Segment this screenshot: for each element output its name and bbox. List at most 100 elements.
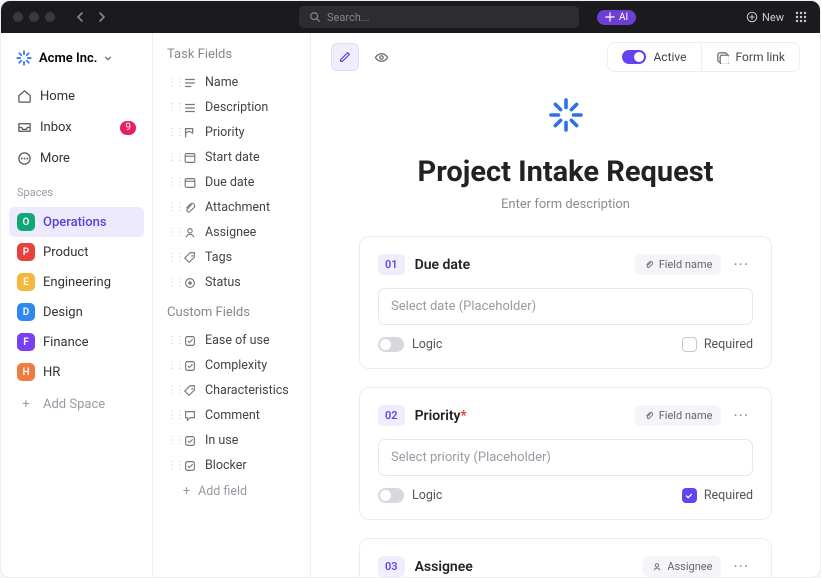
field-name-pill[interactable]: Field name xyxy=(635,405,722,426)
space-item-finance[interactable]: FFinance xyxy=(9,327,144,357)
close-dot[interactable] xyxy=(13,12,23,22)
field-item-in-use[interactable]: ⋮⋮ In use xyxy=(153,428,310,453)
forward-button[interactable] xyxy=(93,8,111,26)
drag-handle-icon: ⋮⋮ xyxy=(167,435,175,446)
task-fields-header: Task Fields xyxy=(153,47,310,70)
field-placeholder-input[interactable]: Select priority (Placeholder) xyxy=(378,439,753,476)
search-input[interactable]: Search... xyxy=(299,6,579,28)
inbox-badge: 9 xyxy=(120,121,136,135)
field-type-icon xyxy=(183,409,197,423)
field-item-description[interactable]: ⋮⋮Description xyxy=(153,95,310,120)
max-dot[interactable] xyxy=(45,12,55,22)
preview-button[interactable] xyxy=(367,43,395,71)
field-label: Assignee xyxy=(205,225,256,240)
field-item-blocker[interactable]: ⋮⋮Blocker xyxy=(153,453,310,478)
plus-icon: + xyxy=(17,397,35,412)
field-title[interactable]: Priority* xyxy=(415,408,467,424)
drag-handle-icon: ⋮⋮ xyxy=(167,335,175,346)
back-button[interactable] xyxy=(71,8,89,26)
drag-handle-icon: ⋮⋮ xyxy=(167,202,175,213)
field-label: Comment xyxy=(205,408,260,423)
nav-more[interactable]: More xyxy=(9,145,144,172)
field-item-comment[interactable]: ⋮⋮ Comment xyxy=(153,403,310,428)
add-space-label: Add Space xyxy=(43,397,105,412)
home-icon xyxy=(17,89,32,104)
workspace-selector[interactable]: Acme Inc. xyxy=(9,45,144,71)
field-order-badge: 02 xyxy=(378,405,405,426)
logic-toggle[interactable] xyxy=(378,337,404,352)
attach-icon xyxy=(644,260,654,270)
field-placeholder-input[interactable]: Select date (Placeholder) xyxy=(378,288,753,325)
logic-toggle[interactable] xyxy=(378,488,404,503)
field-more-button[interactable]: ··· xyxy=(729,555,753,577)
eye-icon xyxy=(374,50,389,65)
space-item-operations[interactable]: OOperations xyxy=(9,207,144,237)
min-dot[interactable] xyxy=(29,12,39,22)
add-space-button[interactable]: + Add Space xyxy=(9,391,144,418)
field-type-icon xyxy=(183,434,197,448)
topbar: Search... AI New xyxy=(1,1,820,33)
drag-handle-icon: ⋮⋮ xyxy=(167,177,175,188)
field-name-pill[interactable]: Field name xyxy=(635,254,722,275)
field-item-attachment[interactable]: ⋮⋮ Attachment xyxy=(153,195,310,220)
field-more-button[interactable]: ··· xyxy=(729,404,753,427)
field-item-ease-of-use[interactable]: ⋮⋮ Ease of use xyxy=(153,328,310,353)
form-controls: Active Form link xyxy=(607,42,800,72)
add-field-label: Add field xyxy=(198,484,247,499)
add-field-button[interactable]: + Add field xyxy=(153,478,310,505)
drag-handle-icon: ⋮⋮ xyxy=(167,460,175,471)
drag-handle-icon: ⋮⋮ xyxy=(167,277,175,288)
active-label: Active xyxy=(653,50,686,64)
more-icon xyxy=(17,151,32,166)
field-label: In use xyxy=(205,433,238,448)
spaces-header: Spaces xyxy=(9,176,144,203)
form-title[interactable]: Project Intake Request xyxy=(359,155,772,189)
ai-button[interactable]: AI xyxy=(597,10,636,25)
nav-home[interactable]: Home xyxy=(9,83,144,110)
required-checkbox[interactable] xyxy=(682,337,697,352)
field-item-characteristics[interactable]: ⋮⋮ Characteristics xyxy=(153,378,310,403)
space-item-product[interactable]: PProduct xyxy=(9,237,144,267)
field-more-button[interactable]: ··· xyxy=(729,253,753,276)
pill-label: Assignee xyxy=(667,560,712,573)
attach-icon xyxy=(644,411,654,421)
field-item-name[interactable]: ⋮⋮Name xyxy=(153,70,310,95)
active-toggle[interactable]: Active xyxy=(608,43,701,71)
edit-mode-button[interactable] xyxy=(331,43,359,71)
space-avatar: H xyxy=(17,363,35,381)
required-checkbox[interactable] xyxy=(682,488,697,503)
field-label: Ease of use xyxy=(205,333,270,348)
apps-grid-button[interactable] xyxy=(794,10,808,24)
form-link-button[interactable]: Form link xyxy=(702,43,799,71)
field-label: Characteristics xyxy=(205,383,289,398)
space-avatar: O xyxy=(17,213,35,231)
space-item-engineering[interactable]: EEngineering xyxy=(9,267,144,297)
field-label: Attachment xyxy=(205,200,270,215)
field-item-start-date[interactable]: ⋮⋮Start date xyxy=(153,145,310,170)
field-item-status[interactable]: ⋮⋮Status xyxy=(153,270,310,295)
field-item-complexity[interactable]: ⋮⋮Complexity xyxy=(153,353,310,378)
field-type-icon xyxy=(183,226,197,240)
field-item-priority[interactable]: ⋮⋮Priority xyxy=(153,120,310,145)
field-type-icon xyxy=(183,459,197,473)
drag-handle-icon: ⋮⋮ xyxy=(167,385,175,396)
form-link-label: Form link xyxy=(736,50,785,64)
field-title[interactable]: Assignee xyxy=(415,559,473,575)
field-item-due-date[interactable]: ⋮⋮Due date xyxy=(153,170,310,195)
field-item-tags[interactable]: ⋮⋮Tags xyxy=(153,245,310,270)
user-icon xyxy=(652,562,662,572)
field-title[interactable]: Due date xyxy=(415,257,471,273)
space-item-hr[interactable]: HHR xyxy=(9,357,144,387)
field-order-badge: 01 xyxy=(378,254,405,275)
field-item-assignee[interactable]: ⋮⋮Assignee xyxy=(153,220,310,245)
nav-inbox[interactable]: Inbox 9 xyxy=(9,114,144,141)
new-button[interactable]: New xyxy=(746,11,784,24)
ai-label: AI xyxy=(619,12,628,23)
field-type-icon xyxy=(183,359,197,373)
space-item-design[interactable]: DDesign xyxy=(9,297,144,327)
drag-handle-icon: ⋮⋮ xyxy=(167,410,175,421)
form-field-card-due-date: 01 Due date Field name ··· Select date (… xyxy=(359,236,772,369)
pencil-icon xyxy=(338,50,352,64)
form-description[interactable]: Enter form description xyxy=(359,197,772,212)
field-name-pill[interactable]: Assignee xyxy=(643,556,721,577)
